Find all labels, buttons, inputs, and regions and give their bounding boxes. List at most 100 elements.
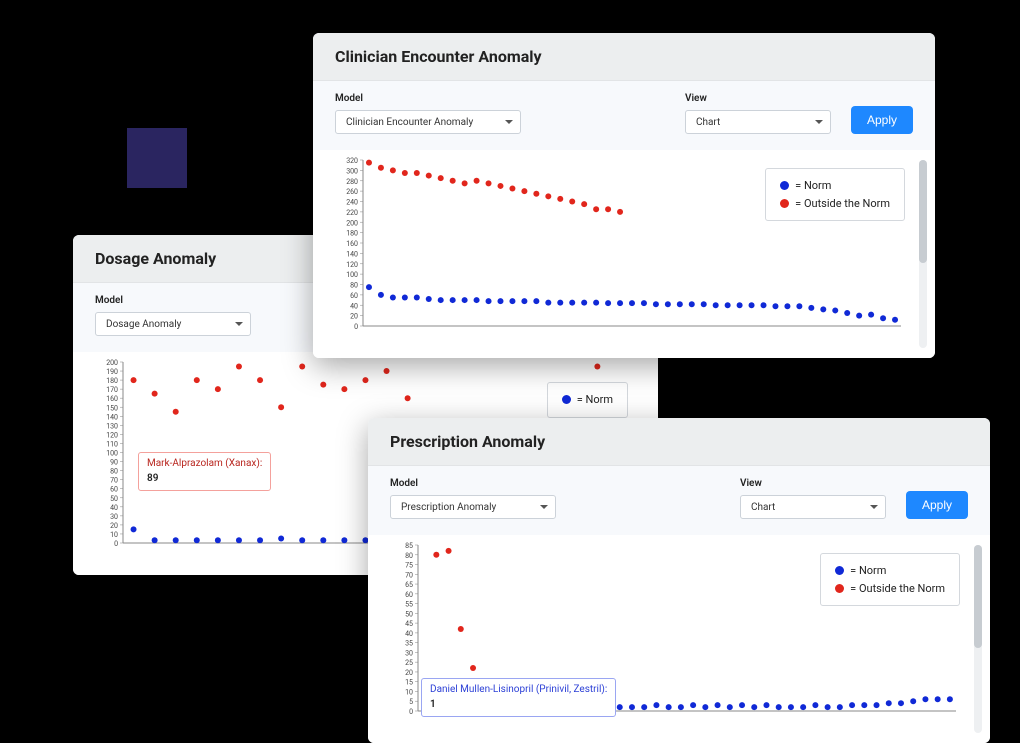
dot-icon [780, 181, 789, 190]
model-select[interactable]: Dosage Anomaly [95, 312, 251, 336]
controls-row: Model Prescription Anomaly View Chart Ap… [368, 466, 990, 535]
model-label: Model [95, 295, 251, 306]
dot-icon [562, 395, 571, 404]
legend-outside-label: = Outside the Norm [795, 195, 890, 213]
chart-area: 0510152025303540455055606570758085 = Nor… [368, 535, 990, 743]
svg-text:50: 50 [110, 495, 118, 503]
legend-norm-label: = Norm [577, 391, 613, 409]
scrollbar[interactable] [919, 160, 927, 348]
card-header: Clinician Encounter Anomaly [313, 33, 935, 81]
svg-text:220: 220 [346, 209, 358, 217]
svg-text:180: 180 [106, 377, 118, 385]
legend-outside-label: = Outside the Norm [850, 580, 945, 598]
svg-text:20: 20 [110, 522, 118, 530]
tooltip-value: 89 [147, 472, 262, 486]
model-group: Model Prescription Anomaly [390, 478, 556, 519]
controls-row: Model Clinician Encounter Anomaly View C… [313, 81, 935, 150]
legend-row-outside: = Outside the Norm [780, 195, 890, 213]
svg-text:280: 280 [346, 178, 358, 186]
tooltip-value: 1 [430, 698, 607, 712]
svg-text:45: 45 [405, 620, 413, 628]
card-prescription: Prescription Anomaly Model Prescription … [368, 418, 990, 743]
chevron-down-icon [870, 505, 878, 509]
svg-text:160: 160 [106, 395, 118, 403]
apply-button[interactable]: Apply [906, 491, 968, 519]
svg-text:60: 60 [405, 591, 413, 599]
card-title: Prescription Anomaly [390, 432, 968, 451]
tooltip-prescription: Daniel Mullen-Lisinopril (Prinivil, Zest… [421, 678, 616, 717]
svg-text:70: 70 [110, 477, 118, 485]
svg-text:180: 180 [346, 230, 358, 238]
view-select[interactable]: Chart [740, 495, 886, 519]
scrollbar[interactable] [974, 545, 982, 733]
svg-text:10: 10 [110, 531, 118, 539]
svg-text:120: 120 [346, 261, 358, 269]
model-select[interactable]: Prescription Anomaly [390, 495, 556, 519]
svg-text:320: 320 [346, 157, 358, 165]
svg-text:80: 80 [110, 468, 118, 476]
svg-text:200: 200 [106, 359, 118, 367]
model-select-value: Prescription Anomaly [401, 502, 496, 513]
svg-text:130: 130 [106, 422, 118, 430]
scrollbar-thumb[interactable] [974, 545, 982, 648]
svg-text:160: 160 [346, 240, 358, 248]
view-label: View [740, 478, 886, 489]
chevron-down-icon [815, 120, 823, 124]
model-label: Model [335, 93, 521, 104]
svg-text:30: 30 [405, 649, 413, 657]
svg-text:40: 40 [405, 630, 413, 638]
view-label: View [685, 93, 831, 104]
chevron-down-icon [505, 120, 513, 124]
chart-area: 0204060801001201401601802002202402602803… [313, 150, 935, 358]
svg-text:40: 40 [350, 302, 358, 310]
chevron-down-icon [540, 505, 548, 509]
svg-text:100: 100 [106, 450, 118, 458]
svg-text:50: 50 [405, 610, 413, 618]
svg-text:90: 90 [110, 459, 118, 467]
model-group: Model Clinician Encounter Anomaly [335, 93, 521, 134]
view-select[interactable]: Chart [685, 110, 831, 134]
tooltip-dosage: Mark-Alprazolam (Xanax): 89 [138, 452, 271, 491]
svg-text:150: 150 [106, 404, 118, 412]
svg-text:10: 10 [405, 688, 413, 696]
model-select-value: Dosage Anomaly [106, 319, 181, 330]
svg-text:85: 85 [405, 542, 413, 550]
apply-button[interactable]: Apply [851, 106, 913, 134]
view-select-value: Chart [751, 502, 775, 513]
svg-text:25: 25 [405, 659, 413, 667]
scrollbar-thumb[interactable] [919, 160, 927, 263]
view-select-value: Chart [696, 117, 720, 128]
svg-text:200: 200 [346, 219, 358, 227]
svg-text:0: 0 [409, 708, 413, 716]
svg-text:80: 80 [405, 552, 413, 560]
card-clinician: Clinician Encounter Anomaly Model Clinic… [313, 33, 935, 358]
chevron-down-icon [235, 322, 243, 326]
model-select[interactable]: Clinician Encounter Anomaly [335, 110, 521, 134]
model-label: Model [390, 478, 556, 489]
svg-text:120: 120 [106, 431, 118, 439]
svg-text:20: 20 [350, 313, 358, 321]
svg-text:30: 30 [110, 513, 118, 521]
legend: = Norm [547, 382, 628, 418]
model-select-value: Clinician Encounter Anomaly [346, 117, 473, 128]
svg-text:100: 100 [346, 271, 358, 279]
tooltip-label: Daniel Mullen-Lisinopril (Prinivil, Zest… [430, 684, 607, 695]
view-group: View Chart [740, 478, 886, 519]
svg-text:70: 70 [405, 571, 413, 579]
svg-text:20: 20 [405, 669, 413, 677]
svg-text:60: 60 [350, 292, 358, 300]
svg-text:75: 75 [405, 562, 413, 570]
svg-text:55: 55 [405, 601, 413, 609]
legend: = Norm = Outside the Norm [820, 553, 960, 606]
svg-text:35: 35 [405, 640, 413, 648]
svg-text:260: 260 [346, 188, 358, 196]
card-header: Prescription Anomaly [368, 418, 990, 466]
legend-norm-label: = Norm [850, 562, 886, 580]
svg-text:80: 80 [350, 282, 358, 290]
svg-text:170: 170 [106, 386, 118, 394]
decorative-square [127, 128, 187, 188]
svg-text:300: 300 [346, 167, 358, 175]
svg-text:240: 240 [346, 199, 358, 207]
dot-icon [835, 584, 844, 593]
svg-text:15: 15 [405, 679, 413, 687]
